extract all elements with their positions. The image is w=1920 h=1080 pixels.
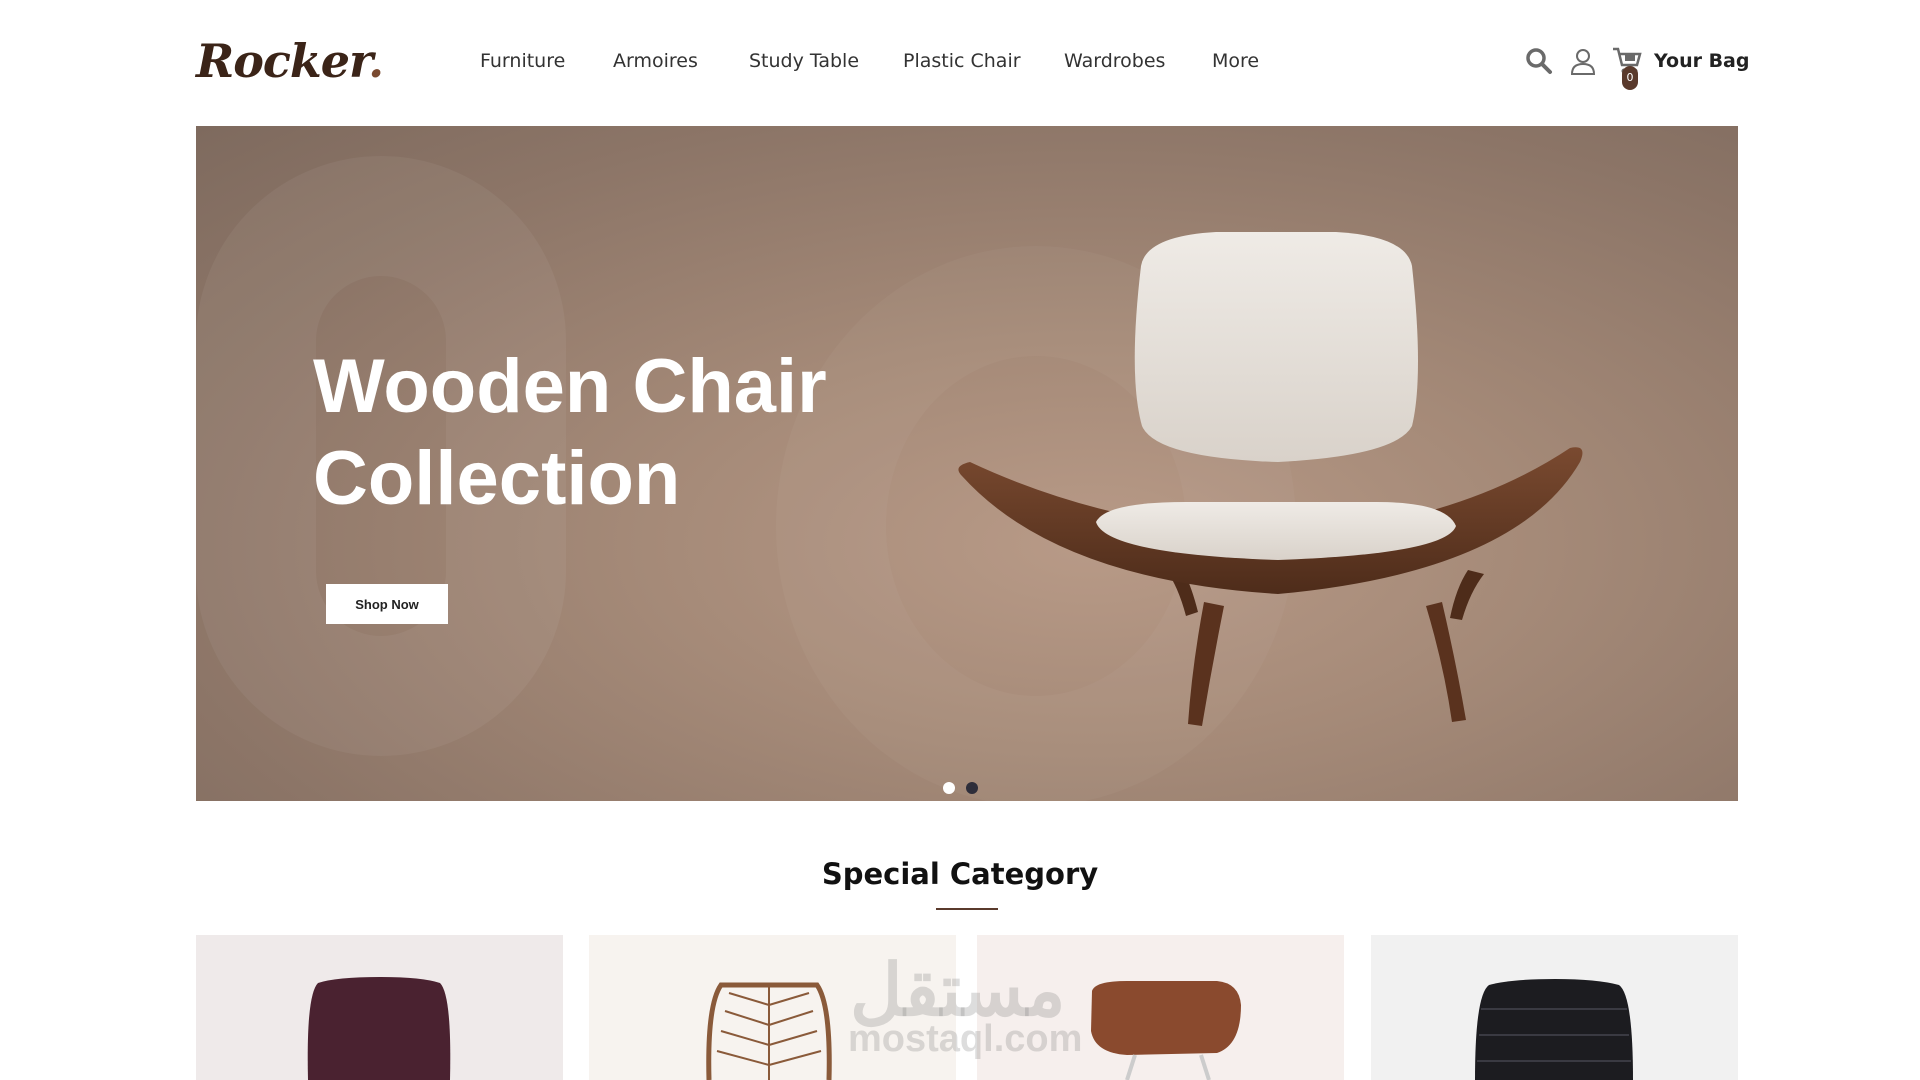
category-card-black-chair[interactable] <box>1371 935 1738 1080</box>
brand-logo[interactable]: Rocker. <box>196 34 384 88</box>
search-icon[interactable] <box>1522 44 1556 78</box>
hero-chair-image <box>958 232 1583 726</box>
bag-label[interactable]: Your Bag <box>1654 50 1749 72</box>
hero-title-line2: Collection <box>313 436 681 521</box>
slider-pagination <box>943 782 978 794</box>
hero-title: Wooden Chair Collection <box>313 341 953 525</box>
logo-dot: . <box>368 34 384 88</box>
nav-item-plastic-chair[interactable]: Plastic Chair <box>903 50 1021 72</box>
nav-item-furniture[interactable]: Furniture <box>480 50 565 72</box>
hero-title-line1: Wooden Chair <box>313 344 827 429</box>
nav-item-wardrobes[interactable]: Wardrobes <box>1064 50 1165 72</box>
user-icon[interactable] <box>1566 44 1600 78</box>
black-chair-image <box>1475 979 1633 1080</box>
nav-item-more[interactable]: More <box>1212 50 1259 72</box>
section-title: Special Category <box>821 857 1099 891</box>
category-card-purple-chair[interactable] <box>196 935 563 1080</box>
site-header: Rocker. Furniture Armoires Study Table P… <box>0 0 1920 125</box>
cart-count-badge: 0 <box>1622 66 1638 90</box>
watermark-latin: mostaql.com <box>848 1018 1083 1060</box>
slide-dot-1[interactable] <box>943 782 955 794</box>
logo-text: Rocker <box>196 34 369 88</box>
nav-item-armoires[interactable]: Armoires <box>613 50 698 72</box>
section-divider <box>936 908 998 910</box>
nav-item-study-table[interactable]: Study Table <box>749 50 859 72</box>
shop-now-button[interactable]: Shop Now <box>326 584 448 624</box>
purple-chair-image <box>307 977 451 1080</box>
slide-dot-2[interactable] <box>966 782 978 794</box>
hero-slider: Wooden Chair Collection Shop Now <box>196 126 1738 801</box>
